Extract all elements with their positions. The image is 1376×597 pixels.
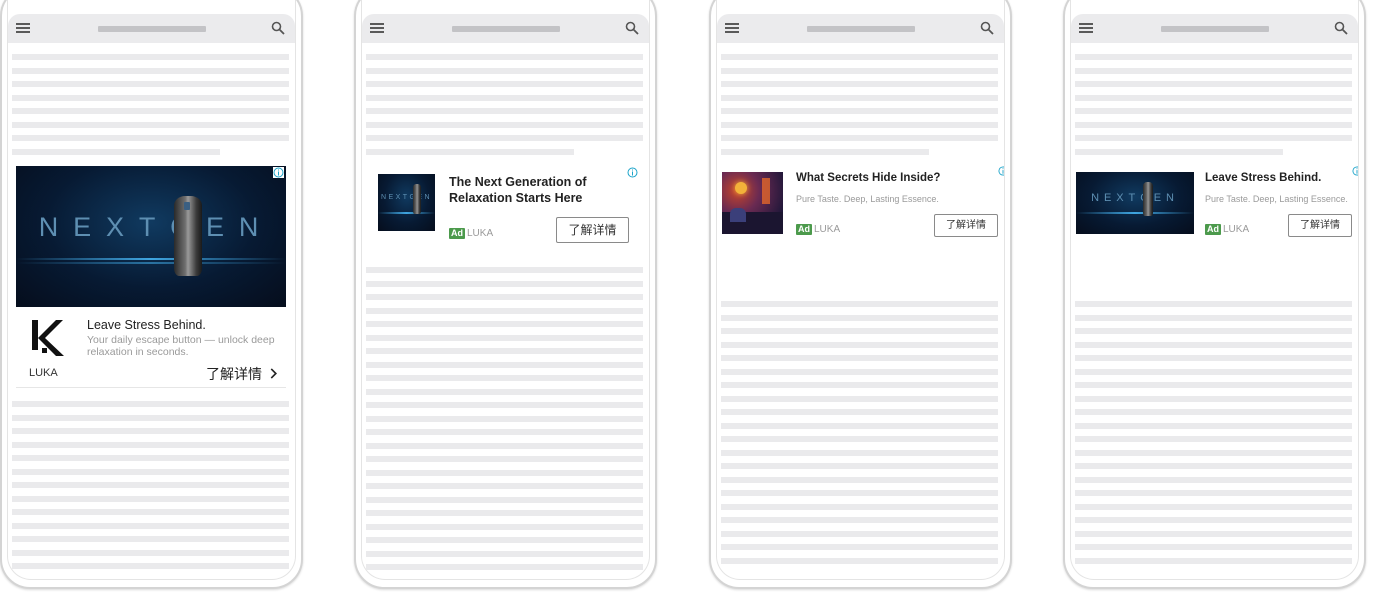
ad-attribution: Ad LUKA [449, 225, 493, 243]
placeholder-content-top [12, 54, 289, 162]
phone-screen: NEXTGEN Leave Stress Behind. Your daily … [7, 0, 296, 580]
ad-headline[interactable]: Leave Stress Behind. [1205, 172, 1321, 184]
ad-thumbnail[interactable]: NEXTGEN [378, 174, 435, 231]
phone-mockup-4: NEXTGEN Leave Stress Behind. Pure Taste.… [1063, 0, 1366, 589]
cta-button[interactable]: 了解详情 [934, 214, 998, 237]
hamburger-icon[interactable] [370, 23, 384, 33]
url-bar[interactable] [451, 26, 560, 32]
search-icon[interactable] [980, 21, 994, 35]
ad-attribution: Ad LUKA [796, 221, 840, 239]
hamburger-icon[interactable] [16, 23, 30, 33]
cta-link[interactable]: 了解详情 [206, 364, 278, 384]
ad-badge: Ad [1205, 224, 1221, 236]
info-icon[interactable] [273, 167, 284, 178]
thumb-brand-text: NEXTGEN [381, 194, 432, 201]
placeholder-content-top [366, 54, 643, 162]
advertiser-name: LUKA [814, 224, 841, 236]
advertiser-name: LUKA [467, 228, 494, 240]
native-ad-card[interactable]: NEXTGEN Leave Stress Behind. Your daily … [16, 166, 286, 388]
advertiser-name: LUKA [1223, 224, 1250, 236]
ad-banner-image[interactable]: NEXTGEN [16, 166, 286, 307]
ad-badge: Ad [449, 228, 465, 240]
url-bar[interactable] [1160, 26, 1269, 32]
placeholder-content-bottom [366, 267, 643, 578]
advertiser-logo [32, 320, 64, 356]
ad-headline[interactable]: What Secrets Hide Inside? [796, 172, 940, 184]
search-icon[interactable] [625, 21, 639, 35]
placeholder-content-top [1075, 54, 1352, 162]
browser-bar [8, 14, 295, 43]
ad-headline[interactable]: The Next Generation of Relaxation Starts… [449, 174, 599, 206]
browser-bar [717, 14, 1004, 43]
thumb-brand-text: NEXTGEN [1091, 192, 1179, 204]
hamburger-icon[interactable] [725, 23, 739, 33]
search-icon[interactable] [1334, 21, 1348, 35]
placeholder-content-bottom [721, 301, 998, 571]
banner-brand-text: NEXTGEN [38, 212, 274, 242]
browser-bar [362, 14, 649, 43]
ad-thumbnail-bar-scene[interactable] [722, 172, 783, 234]
browser-bar [1071, 14, 1358, 43]
info-icon[interactable] [1352, 166, 1359, 176]
info-icon[interactable] [627, 167, 638, 178]
search-icon[interactable] [271, 21, 285, 35]
ad-body-text: Pure Taste. Deep, Lasting Essence. [796, 194, 939, 204]
ad-attribution: Ad LUKA [1205, 221, 1249, 239]
ad-body-text: Pure Taste. Deep, Lasting Essence. [1205, 194, 1348, 204]
placeholder-content-bottom [12, 401, 289, 577]
phone-screen: NEXTGEN The Next Generation of Relaxatio… [361, 0, 650, 580]
cta-label: 了解详情 [206, 367, 262, 383]
phone-screen: What Secrets Hide Inside? Pure Taste. De… [716, 0, 1005, 580]
ad-body-text: Your daily escape button — unlock deep r… [87, 334, 275, 358]
phone-screen: NEXTGEN Leave Stress Behind. Pure Taste.… [1070, 0, 1359, 580]
url-bar[interactable] [806, 26, 915, 32]
cta-button[interactable]: 了解详情 [1288, 214, 1352, 237]
native-ad-card[interactable]: NEXTGEN The Next Generation of Relaxatio… [378, 164, 643, 244]
phone-mockup-1: NEXTGEN Leave Stress Behind. Your daily … [0, 0, 303, 589]
native-ad-card[interactable]: What Secrets Hide Inside? Pure Taste. De… [722, 164, 1005, 237]
phone-mockup-3: What Secrets Hide Inside? Pure Taste. De… [709, 0, 1012, 589]
placeholder-content-bottom [1075, 301, 1352, 571]
ad-headline[interactable]: Leave Stress Behind. [87, 318, 206, 332]
native-ad-card[interactable]: NEXTGEN Leave Stress Behind. Pure Taste.… [1076, 164, 1359, 237]
ad-badge: Ad [796, 224, 812, 236]
ad-thumbnail[interactable]: NEXTGEN [1076, 172, 1194, 234]
chevron-right-icon [271, 368, 278, 379]
placeholder-content-top [721, 54, 998, 162]
info-icon[interactable] [998, 166, 1005, 176]
url-bar[interactable] [97, 26, 206, 32]
hamburger-icon[interactable] [1079, 23, 1093, 33]
advertiser-name: LUKA [29, 367, 58, 379]
phone-mockup-2: NEXTGEN The Next Generation of Relaxatio… [354, 0, 657, 589]
cta-button[interactable]: 了解详情 [556, 217, 629, 243]
